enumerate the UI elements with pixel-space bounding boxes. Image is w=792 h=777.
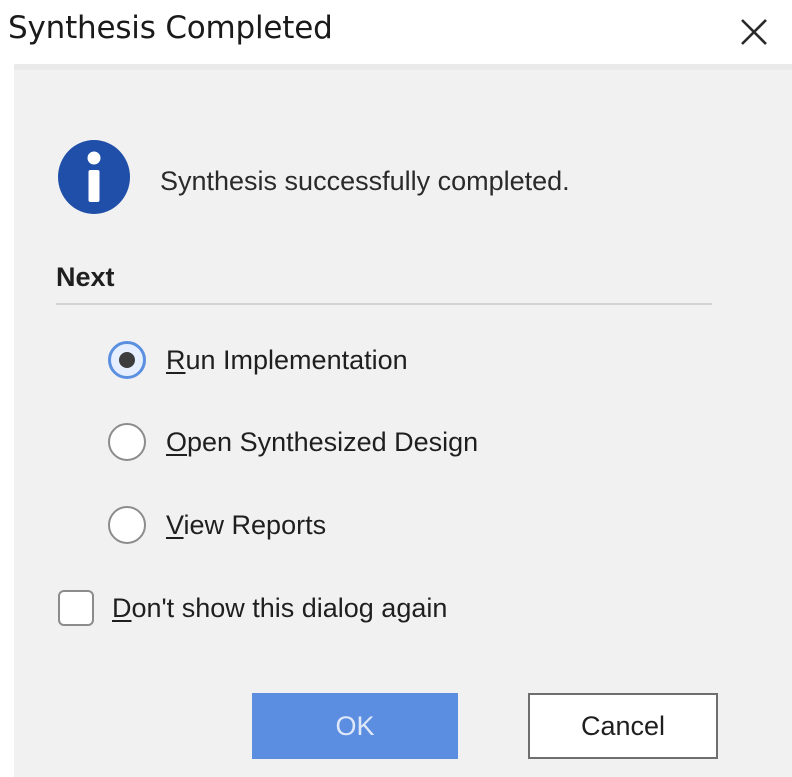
option-label: View Reports	[166, 510, 326, 541]
option-label: Open Synthesized Design	[166, 427, 478, 458]
radio-button[interactable]	[108, 423, 146, 461]
mnemonic: O	[166, 426, 188, 457]
cancel-button[interactable]: Cancel	[528, 693, 718, 759]
mnemonic: R	[166, 344, 186, 375]
mnemonic: V	[166, 509, 184, 540]
status-message: Synthesis successfully completed.	[160, 166, 570, 196]
next-heading: Next	[56, 262, 115, 292]
radio-button[interactable]	[108, 506, 146, 544]
close-icon	[741, 19, 767, 45]
radio-option-run-implementation[interactable]: Run Implementation	[108, 340, 408, 380]
dont-show-again-checkbox[interactable]	[58, 590, 94, 626]
radio-option-open-synthesized-design[interactable]: Open Synthesized Design	[108, 422, 478, 462]
option-label-rest: pen Synthesized Design	[187, 426, 479, 457]
info-icon	[58, 140, 130, 214]
ok-button[interactable]: OK	[252, 693, 458, 759]
close-button[interactable]	[728, 8, 780, 56]
radio-option-view-reports[interactable]: View Reports	[108, 505, 326, 545]
option-label-rest: iew Reports	[183, 509, 327, 540]
checkbox-label-rest: on't show this dialog again	[131, 592, 448, 623]
option-label: Run Implementation	[166, 345, 408, 376]
radio-button-selected[interactable]	[108, 341, 146, 379]
dont-show-again-option[interactable]: Don't show this dialog again	[58, 588, 447, 628]
checkbox-label: Don't show this dialog again	[112, 593, 447, 624]
dialog-title: Synthesis Completed	[8, 10, 333, 46]
section-divider	[56, 303, 712, 305]
mnemonic: D	[112, 592, 132, 623]
title-bar: Synthesis Completed	[0, 0, 792, 64]
option-label-rest: un Implementation	[185, 344, 408, 375]
